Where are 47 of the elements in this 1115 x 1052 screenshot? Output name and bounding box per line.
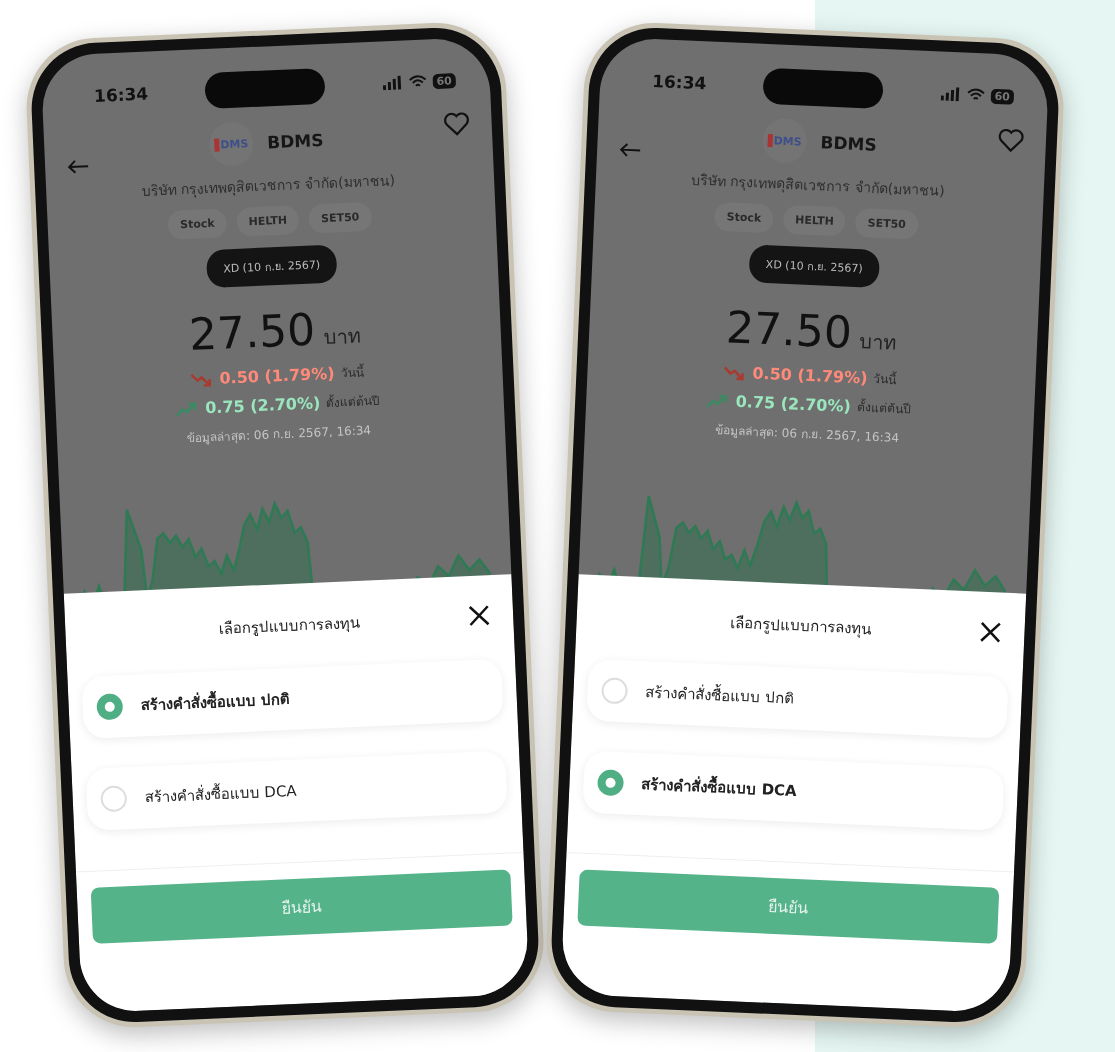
signal-icon [382,75,403,91]
investment-option[interactable]: สร้างคำสั่งซื้อแบบ ปกติ [586,658,1009,739]
category-tag: Stock [167,208,228,240]
change-period: ตั้งแต่ต้นปี [856,397,912,419]
currency-label: บาท [322,322,361,352]
signal-icon [940,86,961,102]
currency-label: บาท [858,328,898,357]
status-time: 16:34 [651,70,707,94]
investment-option[interactable]: สร้างคำสั่งซื้อแบบ DCA [582,750,1005,831]
xd-badge: XD (10 ก.ย. 2567) [749,244,880,288]
category-tag: HELTH [782,204,847,237]
price-change: 0.75 (2.70%) [735,391,852,416]
status-time: 16:34 [93,83,149,106]
sheet-title: เลือกรูปแบบการลงทุน [218,612,361,640]
wifi-icon [966,87,985,103]
xd-badge: XD (10 ก.ย. 2567) [206,244,337,289]
company-name: บริษัท กรุงเทพดุสิตเวชการ จำกัด(มหาชน) [140,170,396,201]
price-change: 0.75 (2.70%) [204,393,321,418]
heart-icon[interactable] [443,111,471,137]
stock-symbol: BDMS [266,129,324,153]
heart-icon[interactable] [997,128,1025,154]
close-icon[interactable] [466,603,492,629]
close-icon[interactable] [978,619,1003,645]
back-arrow-icon[interactable] [618,141,642,159]
stock-symbol: BDMS [820,132,878,155]
battery-level: 60 [432,72,457,89]
radio-button[interactable] [597,769,625,797]
price-change: 0.50 (1.79%) [219,363,335,388]
stock-price: 27.50 [188,303,317,360]
change-period: ตั้งแต่ต้นปี [325,392,381,413]
investment-option[interactable]: สร้างคำสั่งซื้อแบบ ปกติ [81,658,504,739]
change-period: วันนี้ [873,370,897,389]
category-tag: HELTH [235,205,300,237]
change-period: วันนี้ [340,362,364,383]
last-updated: ข้อมูลล่าสุด: 06 ก.ย. 2567, 16:34 [186,422,372,448]
category-tag: SET50 [855,207,919,240]
investment-option[interactable]: สร้างคำสั่งซื้อแบบ DCA [85,750,508,831]
company-name: บริษัท กรุงเทพดุสิตเวชการ จำกัด(มหาชน) [690,170,946,201]
radio-button[interactable] [96,693,124,721]
category-tag: SET50 [308,201,372,234]
last-updated: ข้อมูลล่าสุด: 06 ก.ย. 2567, 16:34 [714,422,900,447]
price-change: 0.50 (1.79%) [752,363,868,388]
category-tag: Stock [714,201,774,234]
battery-level: 60 [990,88,1015,105]
sheet-title: เลือกรูปแบบการลงทุน [729,612,872,640]
back-arrow-icon[interactable] [66,158,90,176]
stock-price: 27.50 [724,301,854,358]
